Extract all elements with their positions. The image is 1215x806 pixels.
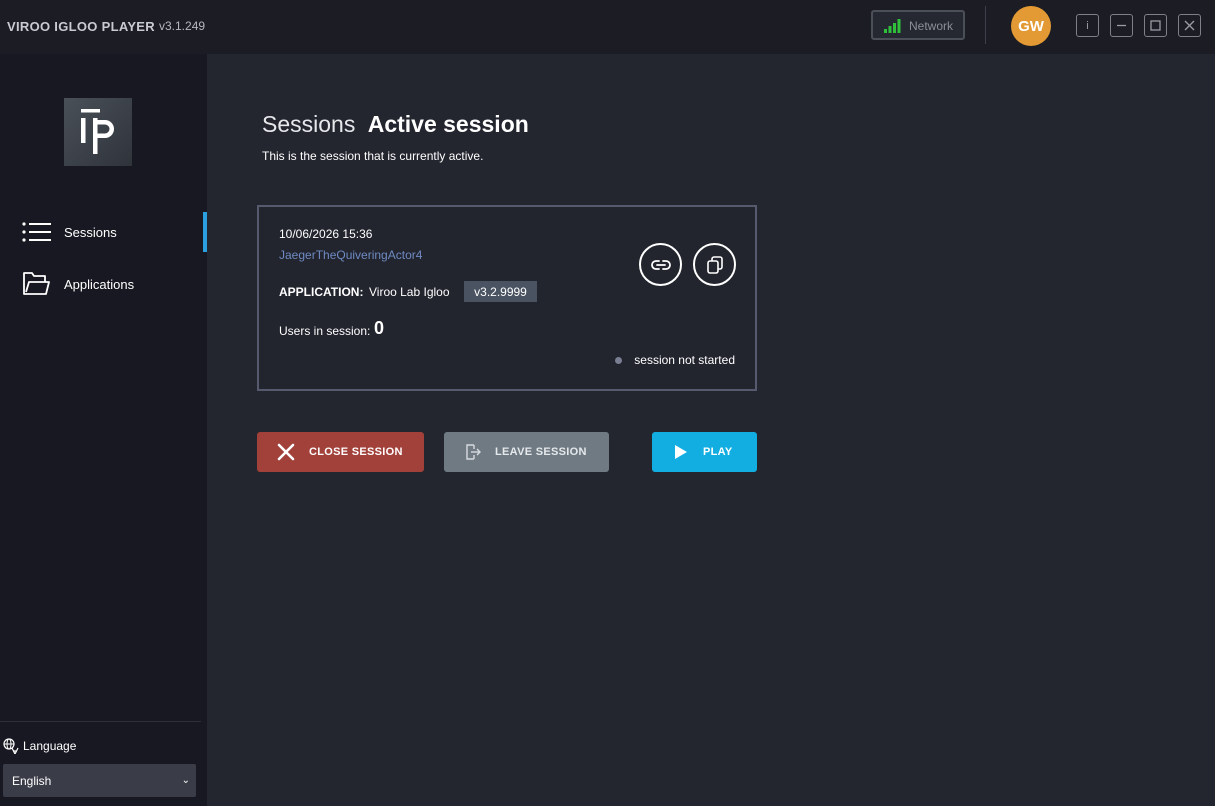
play-icon [675, 445, 687, 459]
sidebar-item-sessions[interactable]: Sessions [0, 212, 207, 252]
users-in-session-count: 0 [374, 318, 385, 338]
user-avatar[interactable]: GW [1011, 6, 1051, 46]
session-date: 10/06/2026 15:36 [279, 227, 373, 241]
copy-icon [706, 255, 723, 274]
application-name: Viroo Lab Igloo [369, 285, 450, 299]
session-status: session not started [615, 353, 735, 367]
copy-button[interactable] [693, 243, 736, 286]
language-select[interactable]: English ⌄ [3, 764, 196, 797]
application-label: APPLICATION: [279, 285, 364, 299]
leave-session-button[interactable]: LEAVE SESSION [444, 432, 609, 472]
language-icon [3, 738, 19, 754]
language-label-text: Language [23, 739, 77, 753]
play-label: PLAY [703, 446, 733, 458]
list-icon [22, 222, 51, 242]
exit-door-icon [466, 444, 481, 460]
close-session-button[interactable]: CLOSE SESSION [257, 432, 424, 472]
network-button[interactable]: Network [871, 10, 965, 40]
app-version: v3.1.249 [159, 19, 206, 33]
active-nav-indicator [203, 212, 207, 252]
leave-session-label: LEAVE SESSION [495, 446, 587, 458]
app-title: VIROO IGLOO PLAYER [7, 19, 155, 34]
title-bar: VIROO IGLOO PLAYER v3.1.249 Network GW i [0, 0, 1215, 54]
network-label: Network [909, 19, 954, 33]
folder-icon [23, 272, 50, 295]
sidebar-item-applications[interactable]: Applications [0, 264, 207, 304]
close-window-button[interactable] [1178, 14, 1201, 37]
info-icon: i [1086, 19, 1089, 32]
maximize-button[interactable] [1144, 14, 1167, 37]
application-version-badge: v3.2.9999 [464, 281, 537, 302]
maximize-icon [1150, 20, 1161, 31]
link-icon [650, 259, 671, 270]
titlebar-divider [985, 6, 986, 44]
page-subtitle: This is the session that is currently ac… [262, 149, 484, 163]
page-title: Sessions Active session [262, 111, 529, 138]
session-name: JaegerTheQuiveringActor4 [279, 248, 423, 262]
close-icon [277, 443, 295, 461]
sidebar-divider [0, 721, 201, 722]
breadcrumb[interactable]: Sessions [262, 111, 355, 137]
sidebar: Sessions Applications Language English ⌄ [0, 54, 207, 806]
users-in-session-label: Users in session: [279, 324, 371, 338]
igloo-logo-icon [81, 109, 114, 154]
minimize-icon [1117, 24, 1126, 27]
copy-link-button[interactable] [639, 243, 682, 286]
session-card: 10/06/2026 15:36 JaegerTheQuiveringActor… [257, 205, 757, 391]
chevron-down-icon: ⌄ [181, 775, 190, 786]
minimize-button[interactable] [1110, 14, 1133, 37]
app-logo [64, 98, 132, 166]
signal-bars-icon [884, 19, 901, 33]
language-selected-value: English [12, 773, 52, 788]
sidebar-item-label: Sessions [64, 224, 117, 240]
page-title-current: Active session [367, 111, 529, 137]
session-status-text: session not started [634, 353, 735, 367]
language-label: Language [3, 738, 76, 754]
status-dot-icon [615, 356, 623, 364]
close-icon [1184, 20, 1195, 31]
close-session-label: CLOSE SESSION [309, 446, 403, 458]
play-button[interactable]: PLAY [652, 432, 757, 472]
sidebar-item-label: Applications [64, 276, 135, 292]
info-button[interactable]: i [1076, 14, 1099, 37]
